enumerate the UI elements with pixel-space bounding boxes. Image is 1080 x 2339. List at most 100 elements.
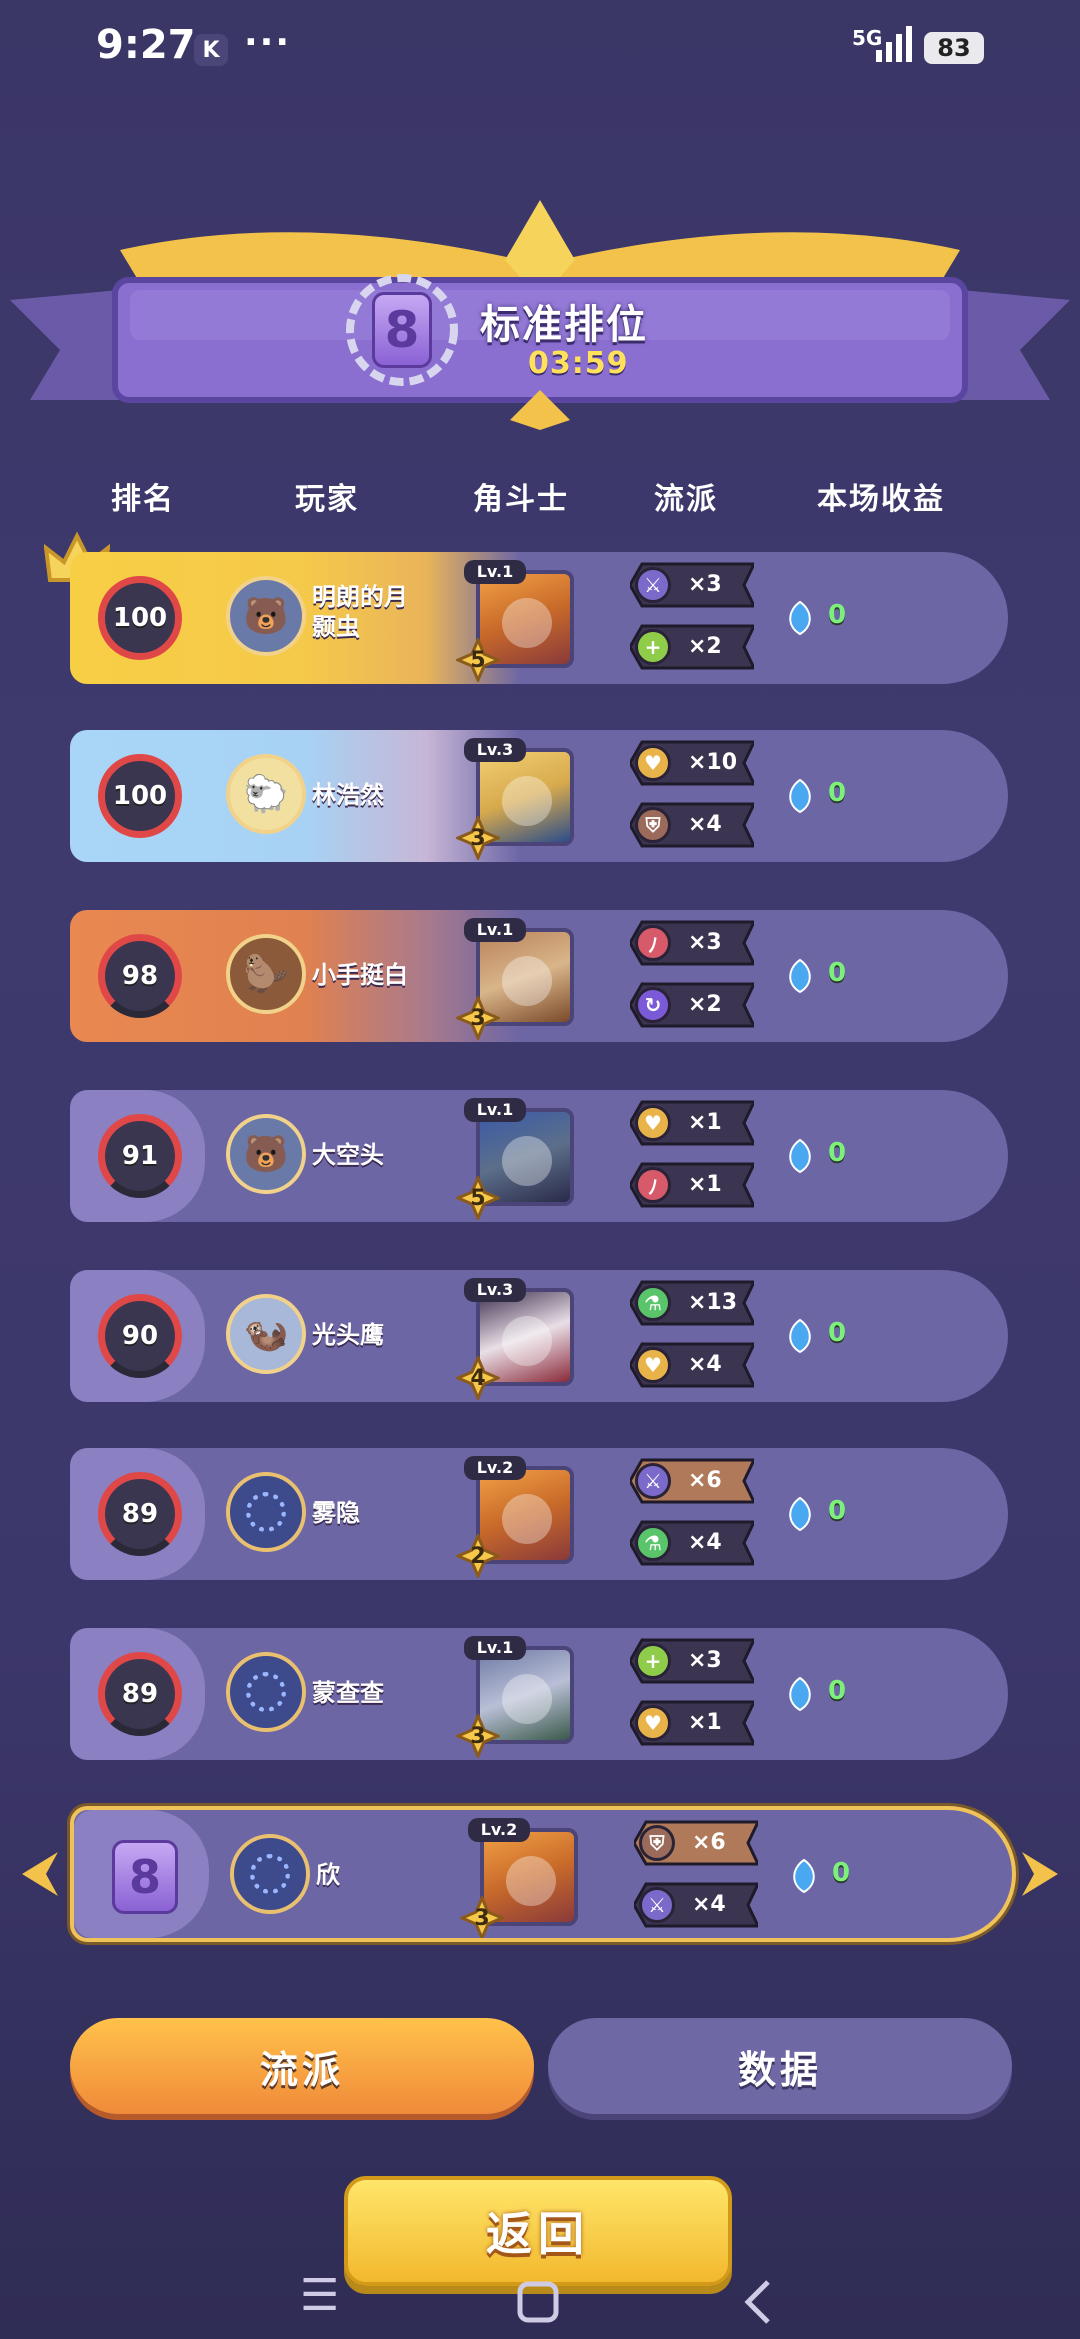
player-name: 蒙查查 [312,1679,384,1707]
player-name: 小手挺白 [312,961,408,989]
player-avatar[interactable]: 🐻 [226,1114,306,1194]
heart-icon: ♥ [635,1347,671,1383]
crystal-icon [789,1676,811,1712]
gladiator-level: Lv.1 [464,560,526,584]
player-name: 林浩然 [312,781,384,809]
style-tag[interactable]: ♥ ×10 [630,740,754,786]
player-avatar[interactable]: 🦫 [226,934,306,1014]
style-tag[interactable]: ⚔ ×6 [630,1458,754,1504]
star-count: 2 [470,1544,486,1569]
style-tag[interactable]: ⚔ ×3 [630,562,754,608]
column-header-style: 流派 [654,482,718,517]
gladiator-level: Lv.1 [464,1636,526,1660]
earnings-value: 0 [832,1858,851,1888]
player-avatar[interactable]: 🦦 [226,1294,306,1374]
heart-icon: ♥ [635,1105,671,1141]
recent-apps-icon[interactable]: ☰ [300,2270,339,2321]
sword-icon: ⚔ [635,1463,671,1499]
style-tag[interactable]: ♥ ×1 [630,1700,754,1746]
style-tab-button[interactable]: 流派 [70,2018,534,2114]
back-button[interactable]: 返回 [344,2176,732,2286]
star-count: 5 [470,1186,486,1211]
more-notifications-icon: ··· [244,22,292,63]
player-name: 雾隐 [312,1499,360,1527]
player-name: 欣 [316,1861,340,1889]
gladiator-level: Lv.2 [468,1818,530,1842]
style-tag[interactable]: ♥ ×1 [630,1100,754,1146]
player-name: 大空头 [312,1141,384,1169]
sword-icon: ⚔ [635,567,671,603]
player-avatar[interactable] [230,1834,310,1914]
earnings-value: 0 [828,778,847,808]
battery-icon: 83 [924,32,984,64]
ranking-row-3[interactable]: 98 🦫 小手挺白 Lv.1 3 ﾉ ×3 ↻ ×2 0 [70,910,1008,1042]
my-rank-badge: 8 [372,292,432,372]
gladiator-face [502,1494,552,1544]
style-count: ×10 [688,750,738,775]
style-tag[interactable]: + ×3 [630,1638,754,1684]
potion-icon: ⚗ [635,1285,671,1321]
star-badge: 3 [458,1894,506,1938]
column-header-player: 玩家 [295,482,359,517]
crystal-icon [789,1318,811,1354]
score-ring: 100 [98,576,182,660]
player-name: 光头鹰 [312,1321,384,1349]
style-count: ×4 [688,1352,722,1377]
loading-icon [246,1672,286,1712]
style-tag[interactable]: ♥ ×4 [630,1342,754,1388]
style-tag[interactable]: ⚔ ×4 [634,1882,758,1928]
star-count: 5 [470,648,486,673]
column-header-rank: 排名 [111,482,175,517]
style-tag[interactable]: ⛨ ×6 [634,1820,758,1866]
ranking-row-self[interactable]: 8 欣 Lv.2 3 ⛨ ×6 ⚔ ×4 0 [70,1806,1016,1942]
style-count: ×2 [688,634,722,659]
gladiator-level: Lv.3 [464,738,526,762]
style-count: ×3 [688,572,722,597]
my-rank-number: 8 [372,292,432,368]
style-tag[interactable]: ﾉ ×3 [630,920,754,966]
heart-icon: ♥ [635,1705,671,1741]
ranking-row-6[interactable]: 89 雾隐 Lv.2 2 ⚔ ×6 ⚗ ×4 0 [70,1448,1008,1580]
ranking-row-4[interactable]: 91 🐻 大空头 Lv.1 5 ♥ ×1 ﾉ ×1 0 [70,1090,1008,1222]
loading-icon [250,1854,290,1894]
style-tag[interactable]: ↻ ×2 [630,982,754,1028]
style-count: ×6 [688,1468,722,1493]
player-avatar[interactable]: 🐑 [226,754,306,834]
ranking-row-5[interactable]: 90 🦦 光头鹰 Lv.3 4 ⚗ ×13 ♥ ×4 0 [70,1270,1008,1402]
shield-icon: ⛨ [635,807,671,843]
player-avatar[interactable] [226,1652,306,1732]
score-ring: 90 [98,1294,182,1378]
score-ring: 91 [98,1114,182,1198]
star-badge: 4 [454,1354,502,1402]
style-tag[interactable]: + ×2 [630,624,754,670]
style-count: ×4 [688,812,722,837]
data-tab-button[interactable]: 数据 [548,2018,1012,2114]
potion-icon: ⚗ [635,1525,671,1561]
pointer-right-icon [1022,1852,1058,1896]
column-header-earnings: 本场收益 [817,482,945,517]
countdown-timer: 03:59 [528,346,629,381]
player-avatar[interactable]: 🐻 [226,576,306,656]
ranking-row-7[interactable]: 89 蒙查查 Lv.1 3 + ×3 ♥ ×1 0 [70,1628,1008,1760]
player-name: 明朗的月 颢虫 [312,583,408,641]
home-icon[interactable] [516,2280,560,2324]
style-count: ×4 [688,1530,722,1555]
app-badge-icon: K [194,34,228,66]
style-count: ×13 [688,1290,738,1315]
cycle-icon: ↻ [635,987,671,1023]
gladiator-level: Lv.3 [464,1278,526,1302]
gladiator-face [502,776,552,826]
ranking-row-1[interactable]: 100 🐻 明朗的月 颢虫 Lv.1 5 ⚔ ×3 + ×2 0 [70,552,1008,684]
star-badge: 3 [454,814,502,862]
style-tag[interactable]: ﾉ ×1 [630,1162,754,1208]
score-ring: 89 [98,1472,182,1556]
style-tag[interactable]: ⛨ ×4 [630,802,754,848]
style-tag[interactable]: ⚗ ×4 [630,1520,754,1566]
sword-icon: ⚔ [639,1887,675,1923]
ranking-row-2[interactable]: 100 🐑 林浩然 Lv.3 3 ♥ ×10 ⛨ ×4 0 [70,730,1008,862]
style-tag[interactable]: ⚗ ×13 [630,1280,754,1326]
back-nav-icon[interactable] [740,2278,774,2326]
player-avatar[interactable] [226,1472,306,1552]
style-count: ×1 [688,1710,722,1735]
star-count: 3 [470,826,486,851]
